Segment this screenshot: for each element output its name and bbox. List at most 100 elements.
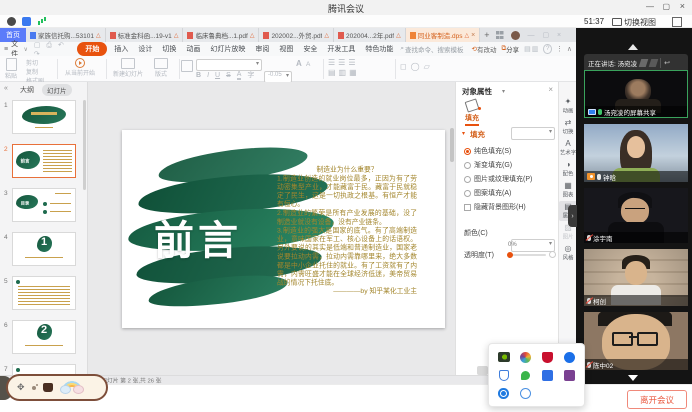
- slide-2-thumbnail[interactable]: 前言: [12, 144, 76, 178]
- fill-option-solid[interactable]: 纯色填充(S): [464, 146, 511, 156]
- canvas-scrollbar[interactable]: [450, 128, 454, 162]
- layout-toggle-icons[interactable]: ▤▥: [524, 45, 539, 53]
- tab-review[interactable]: 审阅: [252, 43, 272, 55]
- tab-insert[interactable]: 插入: [111, 43, 131, 55]
- return-arrow-icon[interactable]: ↩: [664, 59, 670, 67]
- share-button[interactable]: 分享: [506, 44, 519, 54]
- avatar[interactable]: [511, 31, 520, 40]
- font-color-button[interactable]: A: [237, 71, 242, 80]
- participant-tile-1[interactable]: 汤宛凌的屏幕共享: [584, 70, 688, 118]
- quick-access-icons[interactable]: ▢ ⎙ ↶ ↷: [34, 41, 70, 58]
- new-tab-button[interactable]: +: [484, 30, 489, 40]
- hide-background-checkbox[interactable]: 隐藏背景图形(H): [464, 202, 526, 212]
- maximize-button[interactable]: ▢: [662, 2, 670, 11]
- strip-transition[interactable]: ⇄切换: [559, 117, 577, 137]
- strikethrough-button[interactable]: S: [226, 72, 231, 79]
- collapse-ribbon-icon[interactable]: [567, 45, 572, 53]
- tab-security[interactable]: 安全: [300, 43, 320, 55]
- play-from-current-button[interactable]: 从当前开始: [60, 58, 100, 77]
- transparency-stepper[interactable]: [549, 251, 556, 258]
- new-slide-button[interactable]: 新建幻灯片: [108, 58, 148, 78]
- tray-shield-icon[interactable]: [499, 370, 509, 381]
- tab-home[interactable]: 开始: [77, 42, 107, 56]
- collapse-panel-icon[interactable]: «: [4, 85, 8, 92]
- decrease-font-button[interactable]: A: [306, 61, 310, 68]
- bold-button[interactable]: B: [196, 72, 201, 79]
- help-icon[interactable]: ?: [543, 44, 552, 54]
- tray-bluetooth-icon[interactable]: [564, 352, 575, 363]
- strip-animation[interactable]: ✦动画: [559, 96, 577, 116]
- leave-meeting-button[interactable]: 离开会议: [627, 390, 687, 409]
- copy-button[interactable]: 复制: [26, 67, 44, 76]
- tray-purple-icon[interactable]: [564, 370, 575, 381]
- thumb-row-2[interactable]: 2 前言: [0, 144, 88, 184]
- minimize-button[interactable]: —: [646, 2, 654, 11]
- tab-slideshow[interactable]: 幻灯片放映: [207, 43, 248, 55]
- thumb-row-3[interactable]: 3 目录: [0, 188, 88, 228]
- close-button[interactable]: ×: [680, 1, 685, 11]
- bullet-list-icons[interactable]: ☰☰☰: [328, 58, 359, 67]
- doc-tab-2[interactable]: 标准金科函...19-v1: [106, 28, 184, 42]
- thumb-row-1[interactable]: 1: [0, 100, 88, 140]
- fullscreen-icon[interactable]: [672, 17, 682, 27]
- increase-font-button[interactable]: A: [296, 59, 302, 68]
- thumbnail-scrollbar[interactable]: [83, 100, 86, 190]
- paste-button[interactable]: 粘贴: [5, 58, 17, 80]
- slide-1-thumbnail[interactable]: [12, 100, 76, 134]
- panel-close-icon[interactable]: ×: [548, 85, 553, 94]
- outline-tab[interactable]: 大纲: [20, 85, 34, 95]
- thumb-row-4[interactable]: 4 1: [0, 232, 88, 272]
- strip-chart[interactable]: ▦图表: [559, 180, 577, 200]
- participant-tile-5[interactable]: 陈中02: [584, 312, 688, 370]
- slide-5-thumbnail[interactable]: [12, 276, 76, 310]
- slides-tab[interactable]: 幻灯片: [42, 84, 72, 96]
- rainbow-icon[interactable]: [60, 381, 84, 394]
- tab-grid-icon[interactable]: [496, 31, 504, 39]
- scroll-down-arrow-icon[interactable]: [628, 375, 638, 381]
- fill-section-chevron-icon[interactable]: ▾: [462, 130, 465, 137]
- switch-view-button[interactable]: 切换视图: [624, 17, 656, 28]
- tray-mcafee-shield-icon[interactable]: [542, 352, 553, 363]
- tray-color-wheel-icon[interactable]: [520, 352, 531, 363]
- slide[interactable]: 前言 制造业为什么重要？ 1.制造业创造的就业岗位最多，正因为有了劳动密集型产业…: [122, 130, 445, 328]
- scroll-up-arrow-icon[interactable]: [628, 44, 638, 50]
- tray-clock-icon[interactable]: [498, 388, 509, 399]
- tray-anchor[interactable]: [477, 366, 488, 375]
- fill-option-gradient[interactable]: 渐变填充(G): [464, 160, 512, 170]
- hamburger-icon[interactable]: ≡: [4, 46, 8, 53]
- doc-tab-3[interactable]: 临床鲁典档...1.pdf: [183, 28, 259, 42]
- strip-style[interactable]: ◎风格: [559, 243, 577, 263]
- move-icon[interactable]: ✥: [17, 382, 25, 393]
- sidebar-collapse-handle[interactable]: ›: [568, 205, 577, 227]
- transparency-slider-track[interactable]: [508, 254, 546, 256]
- tab-view[interactable]: 视图: [276, 43, 296, 55]
- color-select[interactable]: [511, 239, 555, 252]
- doc-tab-5[interactable]: 202004...2年.pdf: [334, 28, 406, 42]
- align-icons[interactable]: ▤▥▦: [328, 68, 360, 77]
- slide-title[interactable]: 前言: [154, 208, 242, 266]
- doc-tab-4[interactable]: 202002...外贸.pdf: [259, 28, 334, 42]
- shield-icon[interactable]: [22, 17, 31, 26]
- participant-tile-4[interactable]: 柯创: [584, 249, 688, 306]
- participant-tile-3[interactable]: 涂宇南: [584, 188, 688, 243]
- slide-body-textbox[interactable]: 制造业为什么重要？ 1.制造业创造的就业岗位最多，正因为有了劳动密集型产业，才能…: [277, 166, 417, 297]
- doc-tab-active[interactable]: 同业客制造.dps: [406, 28, 481, 42]
- tray-blue-square-icon[interactable]: [542, 370, 553, 381]
- slide-6-thumbnail[interactable]: 2: [12, 320, 76, 354]
- tray-search-icon[interactable]: [520, 388, 531, 399]
- strip-colorscheme[interactable]: ◑配色: [559, 159, 577, 179]
- fill-option-picture[interactable]: 图片或纹理填充(P): [464, 174, 532, 184]
- slide-3-thumbnail[interactable]: 目录: [12, 188, 76, 222]
- strip-wordart[interactable]: A艺术字: [559, 138, 577, 158]
- tray-nvidia-icon[interactable]: [498, 352, 510, 362]
- panel-title-chevron-icon[interactable]: ▾: [502, 88, 505, 95]
- tab-animation[interactable]: 动画: [183, 43, 203, 55]
- slide-4-thumbnail[interactable]: 1: [12, 232, 76, 266]
- fill-style-select[interactable]: [511, 127, 555, 140]
- tray-green-icon[interactable]: [521, 371, 530, 380]
- participant-tile-2[interactable]: 钟晗: [584, 124, 688, 182]
- pet-weather-widget[interactable]: ✥: [6, 374, 108, 401]
- sync-status[interactable]: 有改动: [477, 44, 497, 54]
- tab-developer[interactable]: 开发工具: [324, 43, 358, 55]
- char-format-button[interactable]: 字: [247, 70, 254, 80]
